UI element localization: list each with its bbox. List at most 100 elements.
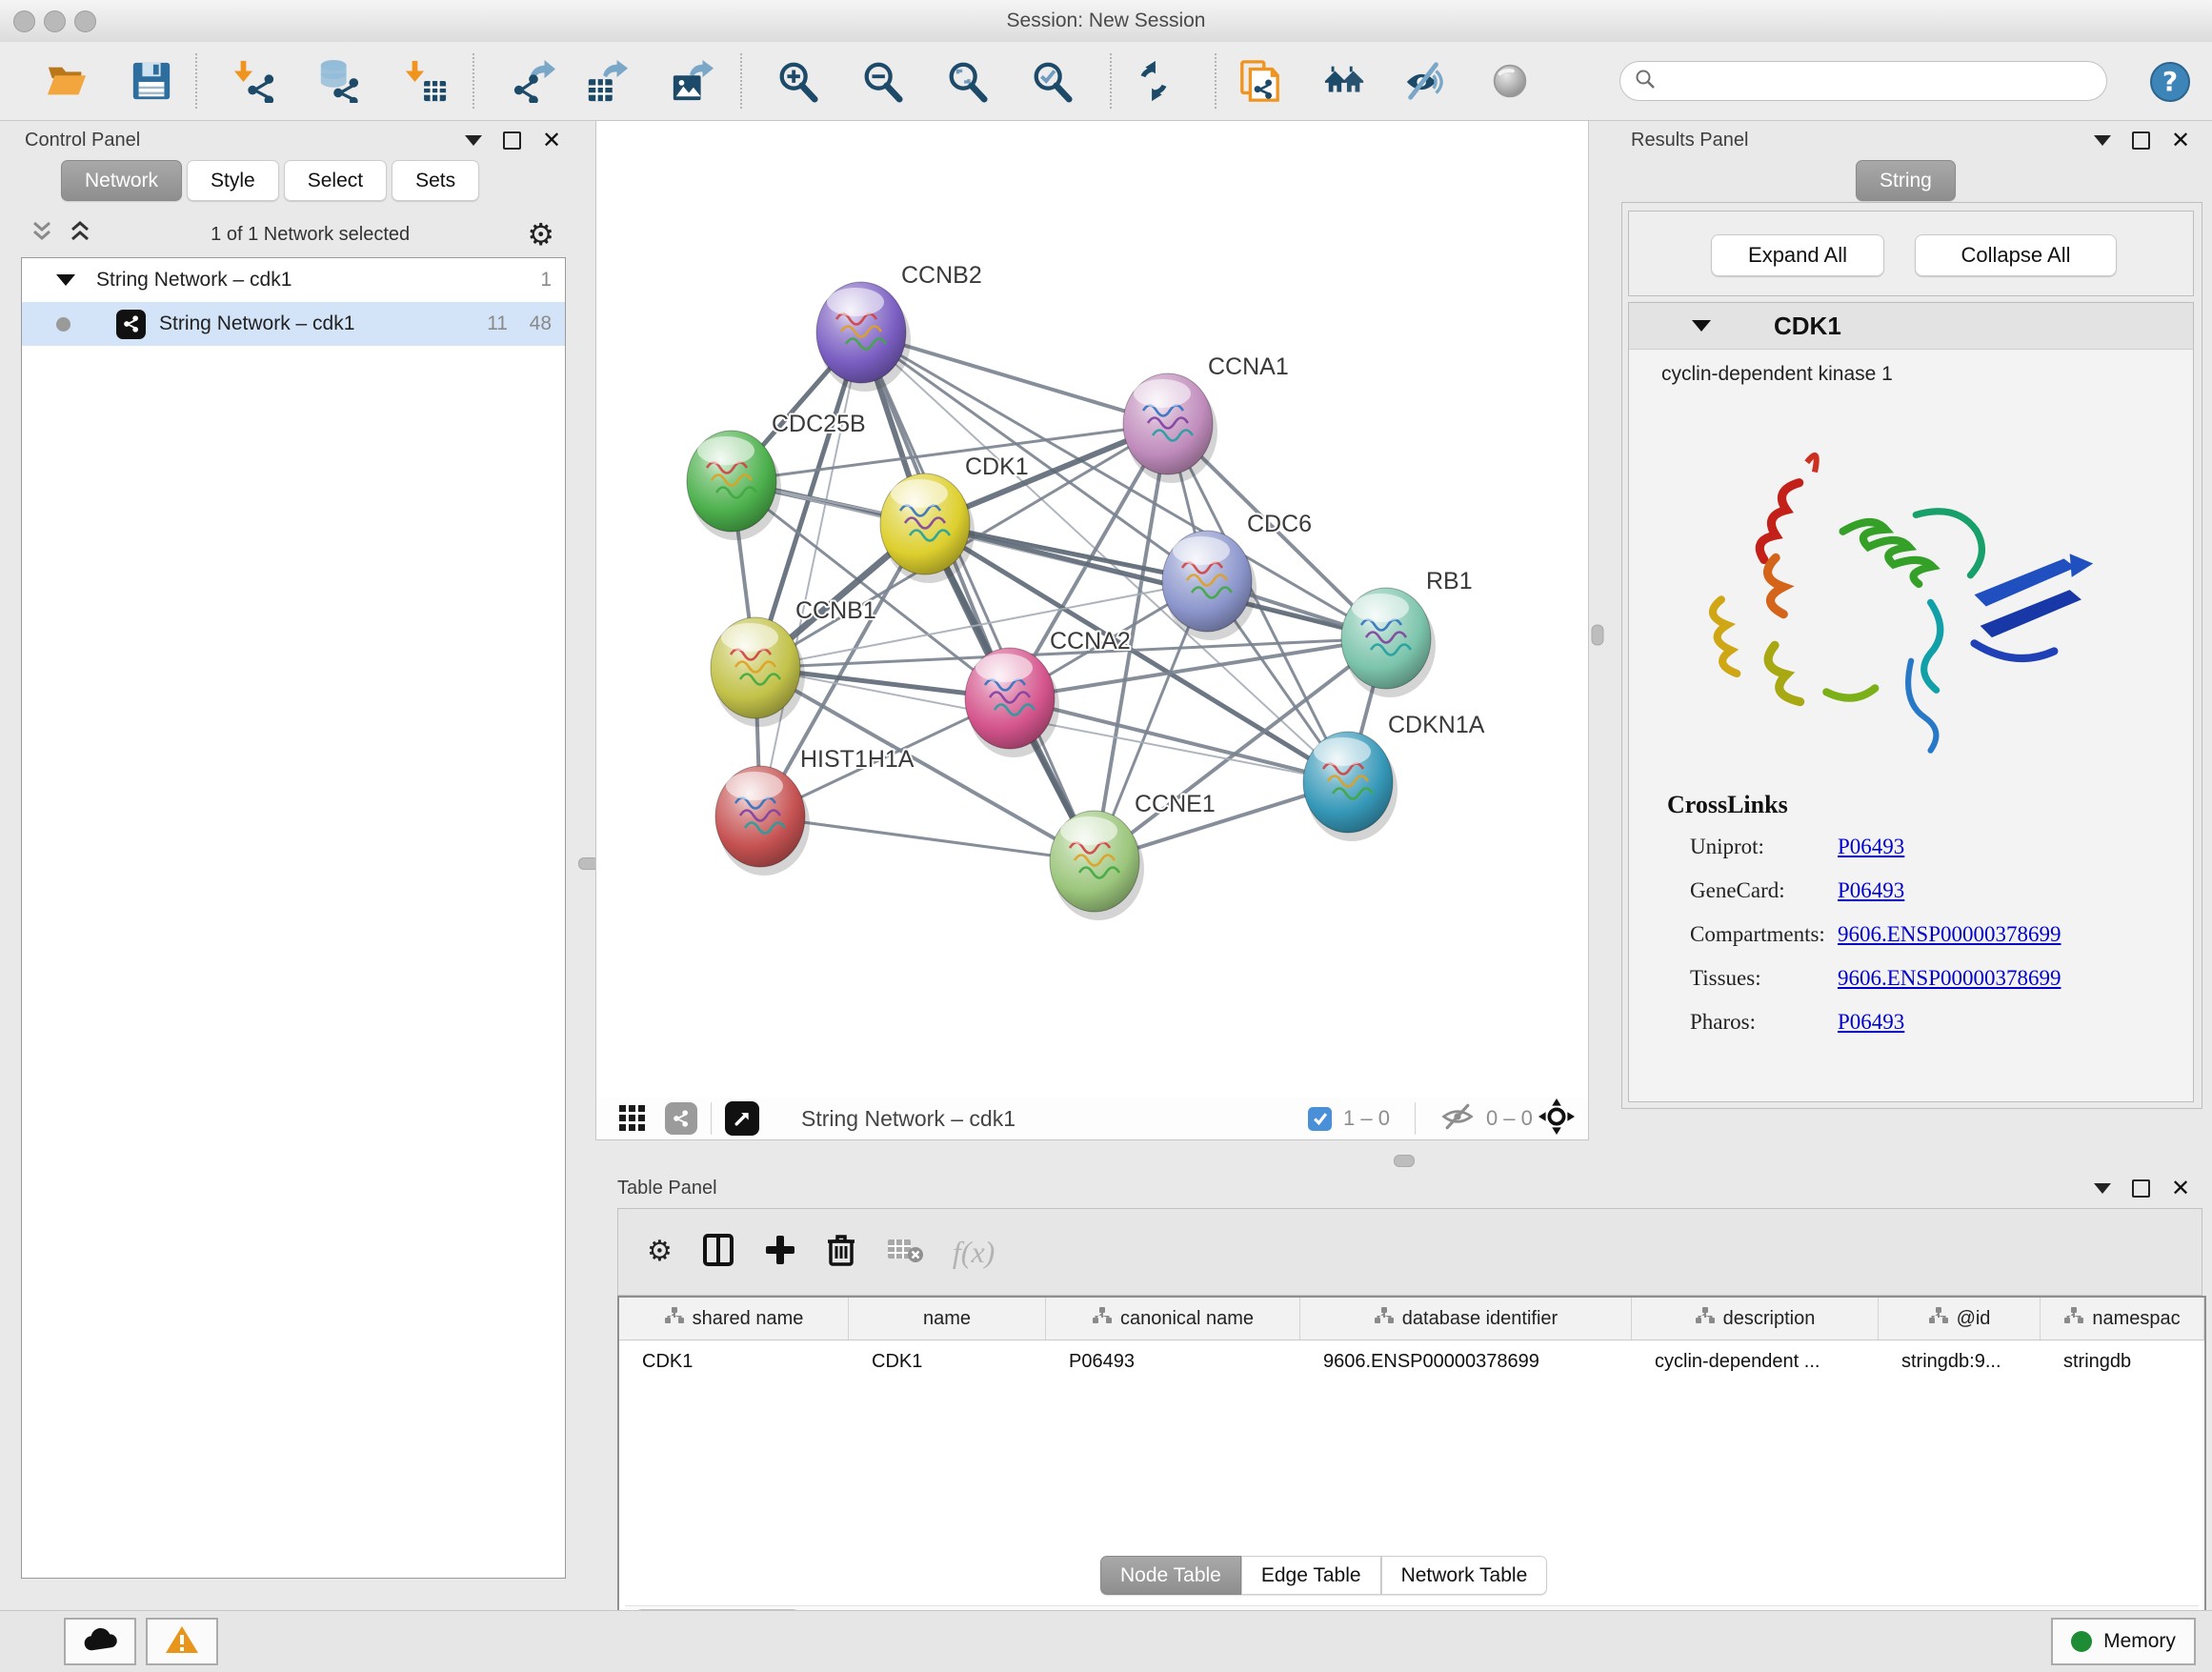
add-column-icon[interactable]	[764, 1234, 796, 1271]
import-network-icon[interactable]	[231, 58, 277, 104]
network-options-gear-icon[interactable]: ⚙	[527, 220, 554, 249]
node-label: RB1	[1426, 568, 1473, 594]
network-node-hist1h1a[interactable]: HIST1H1A	[715, 746, 915, 876]
cell-canonical-name[interactable]: P06493	[1046, 1340, 1300, 1382]
tab-edge-table[interactable]: Edge Table	[1241, 1556, 1381, 1595]
tab-network[interactable]: Network	[61, 160, 182, 201]
export-table-icon[interactable]	[584, 58, 630, 104]
zoom-out-icon[interactable]	[859, 58, 905, 104]
crosslink-link[interactable]: 9606.ENSP00000378699	[1838, 966, 2061, 991]
crosslink-link[interactable]: P06493	[1838, 878, 1904, 903]
detach-view-icon[interactable]	[725, 1101, 759, 1136]
hide-eye-icon[interactable]	[1402, 58, 1448, 104]
fit-selected-crosshair-icon[interactable]	[1538, 1098, 1575, 1139]
network-node-rb1[interactable]: RB1	[1341, 568, 1473, 697]
show-columns-icon[interactable]	[701, 1233, 735, 1272]
tab-select[interactable]: Select	[284, 160, 387, 201]
panel-float-icon[interactable]	[2132, 131, 2150, 150]
open-file-icon[interactable]	[44, 58, 90, 104]
tab-sets[interactable]: Sets	[392, 160, 479, 201]
table-options-gear-icon[interactable]: ⚙	[647, 1238, 673, 1266]
grid-view-icon[interactable]	[617, 1101, 648, 1137]
column-header-name[interactable]: name	[849, 1298, 1046, 1340]
home-networks-icon[interactable]	[1322, 58, 1368, 104]
help-button[interactable]: ?	[2149, 61, 2191, 108]
network-node-ccna1[interactable]: CCNA1	[1123, 353, 1289, 483]
copy-network-icon[interactable]	[1237, 58, 1282, 104]
crosslink-link[interactable]: 9606.ENSP00000378699	[1838, 922, 2061, 947]
entry-description: cyclin-dependent kinase 1	[1661, 363, 2193, 386]
network-canvas[interactable]: CCNB2CCNA1CDC25BCDK1CDC6RB1CCNB1CCNA2CDK…	[595, 120, 1589, 1099]
zoom-selected-icon[interactable]	[1029, 58, 1075, 104]
panel-float-icon[interactable]	[503, 131, 521, 150]
collapse-all-button[interactable]: Collapse All	[1915, 234, 2117, 276]
column-header-shared-name[interactable]: shared name	[619, 1298, 849, 1340]
panel-float-icon[interactable]	[2132, 1179, 2150, 1198]
hidden-eye-icon[interactable]	[1440, 1102, 1475, 1136]
network-graph[interactable]: CCNB2CCNA1CDC25BCDK1CDC6RB1CCNB1CCNA2CDK…	[596, 121, 1588, 1098]
expand-all-button[interactable]: Expand All	[1711, 234, 1884, 276]
cell--id[interactable]: stringdb:9...	[1879, 1340, 2041, 1382]
memory-label: Memory	[2103, 1630, 2176, 1653]
refresh-icon[interactable]	[1131, 58, 1176, 104]
network-overview-icon[interactable]	[665, 1102, 697, 1135]
bottom-splitter-handle[interactable]	[1394, 1155, 1415, 1167]
crosslink-link[interactable]: P06493	[1838, 835, 1904, 859]
network-node-ccnb2[interactable]: CCNB2	[816, 262, 982, 392]
network-collection-row[interactable]: String Network – cdk1 1	[22, 258, 565, 302]
panel-close-icon[interactable]: ✕	[2171, 1181, 2190, 1196]
column-header--id[interactable]: @id	[1879, 1298, 2041, 1340]
delete-column-icon[interactable]	[825, 1233, 857, 1272]
svg-text:?: ?	[2162, 66, 2178, 97]
results-content-box: Expand All Collapse All CDK1 cyclin-depe…	[1621, 202, 2202, 1109]
tab-string[interactable]: String	[1856, 160, 1956, 201]
warning-status-button[interactable]	[146, 1618, 218, 1665]
tab-style[interactable]: Style	[187, 160, 279, 201]
panel-close-icon[interactable]: ✕	[2171, 133, 2190, 148]
panel-minimize-icon[interactable]	[2094, 1183, 2111, 1194]
network-node-cdc25b[interactable]: CDC25B	[687, 411, 866, 540]
column-header-canonical-name[interactable]: canonical name	[1046, 1298, 1300, 1340]
node-count: 11	[487, 312, 508, 335]
panel-minimize-icon[interactable]	[2094, 135, 2111, 146]
zoom-fit-icon[interactable]	[944, 58, 990, 104]
column-header-description[interactable]: description	[1632, 1298, 1879, 1340]
cell-database-identifier[interactable]: 9606.ENSP00000378699	[1300, 1340, 1632, 1382]
export-network-icon[interactable]	[511, 58, 556, 104]
tab-node-table[interactable]: Node Table	[1100, 1556, 1241, 1595]
column-header-namespac[interactable]: namespac	[2041, 1298, 2204, 1340]
memory-button[interactable]: Memory	[2051, 1618, 2196, 1665]
expand-all-chevron-icon[interactable]	[67, 219, 93, 250]
save-session-icon[interactable]	[129, 58, 174, 104]
title-bar: Session: New Session	[0, 0, 2212, 43]
entry-header[interactable]: CDK1	[1629, 303, 2193, 350]
selected-checkbox-icon[interactable]	[1308, 1107, 1332, 1131]
right-splitter-handle[interactable]	[1592, 625, 1604, 646]
tab-network-table[interactable]: Network Table	[1381, 1556, 1548, 1595]
table-row[interactable]: CDK1CDK1P064939606.ENSP00000378699cyclin…	[619, 1340, 2204, 1382]
collapse-all-chevron-icon[interactable]	[29, 219, 55, 250]
show-eye-icon[interactable]	[1487, 58, 1533, 104]
cell-namespac[interactable]: stringdb	[2041, 1340, 2204, 1382]
zoom-in-icon[interactable]	[774, 58, 820, 104]
export-image-icon[interactable]	[669, 58, 714, 104]
column-header-database-identifier[interactable]: database identifier	[1300, 1298, 1632, 1340]
panel-minimize-icon[interactable]	[465, 135, 482, 146]
cloud-status-button[interactable]	[64, 1618, 136, 1665]
network-row[interactable]: String Network – cdk1 11 48	[22, 302, 565, 346]
cell-description[interactable]: cyclin-dependent ...	[1632, 1340, 1879, 1382]
node-label: CCNE1	[1135, 791, 1216, 817]
network-view-footer: String Network – cdk1 1 – 0 0 – 0	[595, 1098, 1589, 1140]
collection-expand-icon[interactable]	[56, 274, 75, 286]
entry-collapse-icon[interactable]	[1692, 320, 1711, 332]
cell-shared-name[interactable]: CDK1	[619, 1340, 849, 1382]
import-network-from-database-icon[interactable]	[315, 58, 361, 104]
crosslink-link[interactable]: P06493	[1838, 1010, 1904, 1035]
network-node-ccne1[interactable]: CCNE1	[1050, 791, 1216, 920]
import-table-icon[interactable]	[403, 58, 449, 104]
network-node-cdc6[interactable]: CDC6	[1162, 511, 1312, 640]
panel-close-icon[interactable]: ✕	[542, 133, 561, 148]
cell-name[interactable]: CDK1	[849, 1340, 1046, 1382]
search-input[interactable]	[1657, 70, 2080, 92]
network-node-cdkn1a[interactable]: CDKN1A	[1303, 712, 1485, 841]
